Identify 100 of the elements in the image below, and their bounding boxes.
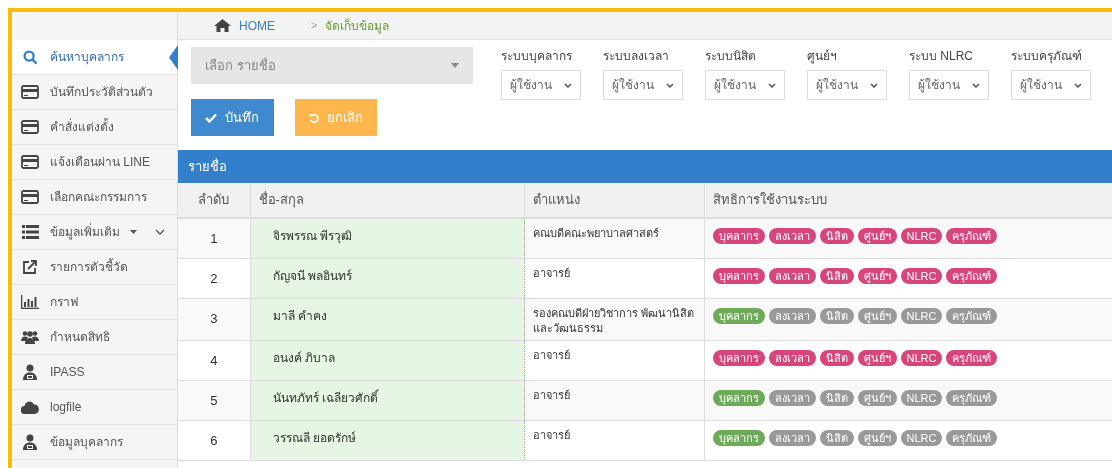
permission-badge: ครุภัณฑ์ (946, 267, 998, 284)
permission-badge: ลงเวลา (768, 228, 816, 244)
filter-label: ระบบลงเวลา (603, 48, 670, 65)
cloud-icon (21, 400, 39, 414)
sidebar-item[interactable]: กำหนดสิทธิ (12, 320, 177, 355)
role-select[interactable]: ผู้ใช้งาน (1011, 70, 1091, 100)
permission-badge: ลงเวลา (768, 307, 816, 324)
position-cell: คณบดีคณะพยาบาลศาสตร์ (524, 218, 704, 258)
users-icon (21, 330, 39, 344)
permission-badge: ครุภัณฑ์ (946, 389, 998, 406)
user-icon (23, 364, 37, 380)
permission-badge: NLRC (900, 389, 943, 406)
filter-label: ระบบบุคลากร (501, 48, 573, 65)
column-header: ลำดับ (178, 183, 250, 218)
permission-badge: ศูนย์ฯ (857, 267, 897, 284)
position-cell: อาจารย์ (524, 420, 704, 460)
search-icon (22, 49, 38, 65)
permission-badge: ครุภัณฑ์ (946, 429, 998, 446)
breadcrumb-separator: > (311, 18, 318, 34)
permission-badge: ลงเวลา (768, 349, 816, 366)
card-icon (21, 85, 39, 99)
sidebar-item[interactable]: logfile (12, 390, 177, 425)
permission-badge: นิสิต (819, 307, 854, 324)
save-button[interactable]: บันทึก (191, 99, 274, 136)
position-cell: รองคณบดีฝ่ายวิชาการ พัฒนานิสิต และวัฒนธรรม (524, 298, 704, 340)
chevron-down-icon (870, 82, 878, 88)
permission-badge: นิสิต (819, 267, 854, 284)
permission-badge: นิสิต (819, 429, 854, 446)
sidebar-item[interactable]: ข้อมูลบุคลากร (12, 425, 177, 460)
user-icon (23, 434, 37, 450)
external-link-icon (22, 259, 38, 275)
filter-label: ระบบครุภัณฑ์ (1011, 48, 1083, 65)
sidebar-item[interactable]: บันทึกประวัติส่วนตัว (12, 75, 177, 110)
home-link[interactable]: HOME (239, 16, 275, 35)
caret-icon (451, 63, 459, 68)
permission-badge: ศูนย์ฯ (857, 307, 897, 324)
chevron-down-icon (1074, 82, 1082, 88)
filter-label: ระบบนิสิต (705, 48, 757, 65)
role-select[interactable]: ผู้ใช้งาน (603, 70, 683, 100)
permission-badge: NLRC (900, 228, 943, 244)
sidebar-item[interactable]: เลือกคณะกรรมการ (12, 180, 177, 215)
row-number: 1 (178, 218, 250, 258)
permission-badge: ครุภัณฑ์ (946, 228, 998, 244)
row-number: 6 (178, 420, 250, 460)
permission-badge: บุคลากร (712, 349, 765, 366)
permission-badge: ครุภัณฑ์ (946, 349, 998, 366)
chevron-down-icon (564, 82, 572, 88)
sidebar-item[interactable]: IPASS (12, 355, 177, 390)
row-number: 4 (178, 340, 250, 380)
sidebar-item[interactable]: คำสั่งแต่งตั้ง (12, 110, 177, 145)
chevron-down-icon (666, 82, 674, 88)
permission-badge: ศูนย์ฯ (857, 228, 897, 244)
row-number: 2 (178, 258, 250, 298)
undo-icon (309, 111, 319, 124)
permission-badge: ลงเวลา (768, 429, 816, 446)
sidebar-item[interactable]: แจ้งเตือนผ่าน LINE (12, 145, 177, 180)
placeholder-text: เลือก รายชื่อ (205, 56, 276, 75)
column-header: ชื่อ-สกุล (250, 183, 524, 218)
permission-badge: ศูนย์ฯ (857, 349, 897, 366)
role-select[interactable]: ผู้ใช้งาน (501, 70, 581, 100)
name-cell: นันทภัทร์ เฉลียวศักดิ์ (250, 380, 524, 420)
sidebar-item[interactable]: ค้นหาบุคลากร (12, 40, 177, 75)
bar-chart-icon (21, 295, 39, 309)
permission-badge: บุคลากร (712, 429, 765, 446)
permission-badge: NLRC (900, 429, 943, 446)
role-select[interactable]: ผู้ใช้งาน (807, 70, 887, 100)
chevron-down-icon (972, 82, 980, 88)
permission-badge: บุคลากร (712, 307, 765, 324)
check-icon (205, 112, 217, 123)
role-select[interactable]: ผู้ใช้งาน (705, 70, 785, 100)
position-cell: อาจารย์ (524, 258, 704, 298)
name-cell: จิรพรรณ พีรวุฒิ (250, 218, 524, 258)
permission-badge: ครุภัณฑ์ (946, 307, 998, 324)
sidebar-item[interactable]: รายการตัวชี้วัด (12, 250, 177, 285)
permission-badge: ศูนย์ฯ (857, 429, 897, 446)
permission-badge: นิสิต (819, 228, 854, 244)
list-icon (21, 225, 39, 239)
active-marker-icon (169, 45, 178, 70)
column-header: สิทธิการใช้งานระบบ (704, 183, 1112, 218)
home-icon (214, 19, 231, 32)
permission-badge: NLRC (900, 267, 943, 284)
permission-badge: บุคลากร (712, 267, 765, 284)
sidebar-item[interactable]: กราฟ (12, 285, 177, 320)
row-number: 5 (178, 380, 250, 420)
position-cell: อาจารย์ (524, 380, 704, 420)
permission-badge: ศูนย์ฯ (857, 389, 897, 406)
permission-badge: ลงเวลา (768, 389, 816, 406)
caret-icon (130, 230, 137, 234)
role-select[interactable]: ผู้ใช้งาน (909, 70, 989, 100)
column-header: ตำแหน่ง (524, 183, 704, 218)
row-number: 3 (178, 298, 250, 340)
name-cell: อนงค์ ภิบาล (250, 340, 524, 380)
sidebar-item[interactable]: ข้อมูลเพิ่มเติม (12, 215, 177, 250)
permission-badge: นิสิต (819, 349, 854, 366)
name-cell: มาลี คำคง (250, 298, 524, 340)
position-cell: อาจารย์ (524, 340, 704, 380)
breadcrumb-current: จัดเก็บข้อมูล (325, 17, 390, 35)
permission-badge: NLRC (900, 349, 943, 366)
permission-badge: บุคลากร (712, 228, 765, 244)
card-icon (21, 155, 39, 169)
